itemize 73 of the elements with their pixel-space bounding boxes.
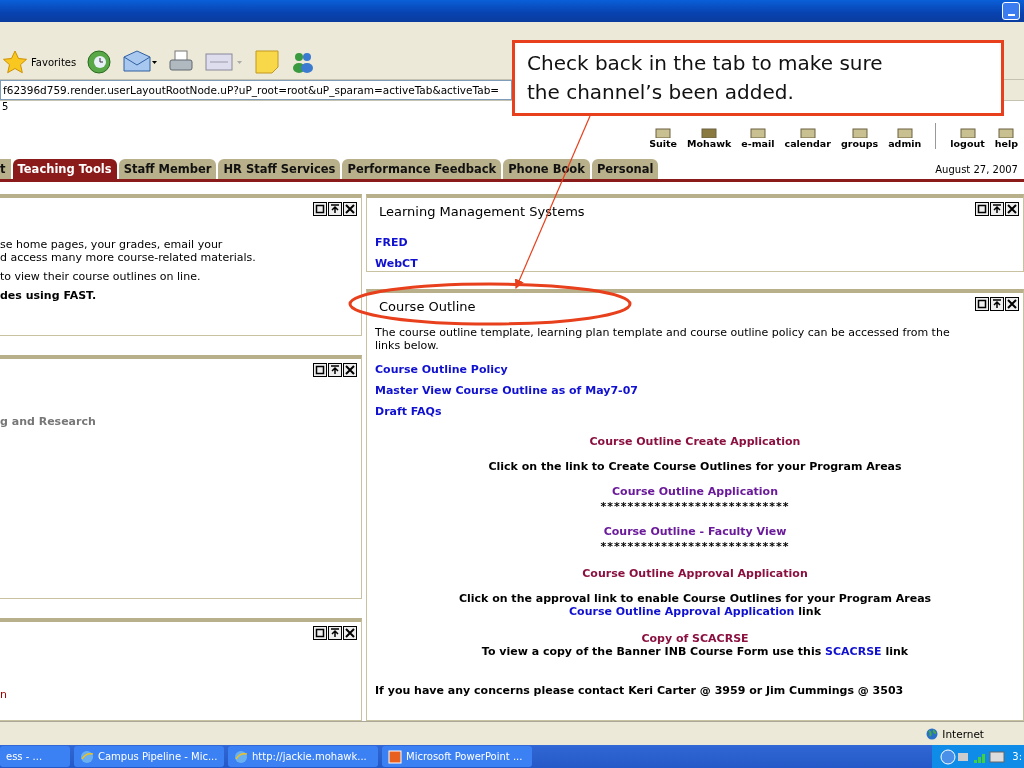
zone-text: Internet — [942, 727, 984, 740]
panel-link[interactable]: FRED — [375, 236, 408, 249]
application-link[interactable]: Course Outline Application — [612, 485, 778, 498]
application-link[interactable]: Course Outline - Faculty View — [603, 525, 787, 538]
nav-icon — [653, 128, 674, 138]
application-link[interactable]: Course Outline Create Application — [589, 435, 801, 448]
window-controls-icon[interactable] — [975, 202, 1019, 216]
panel-link[interactable]: Draft FAQs — [375, 405, 442, 418]
nav-icon — [747, 128, 768, 138]
window-controls-icon[interactable] — [313, 363, 357, 377]
application-link[interactable]: Course Outline Approval Application — [582, 567, 808, 580]
nav-link[interactable]: logout — [948, 128, 987, 149]
mail-icon[interactable] — [122, 49, 159, 75]
window-controls-icon[interactable] — [313, 202, 357, 216]
nav-link[interactable]: Suite — [647, 128, 680, 149]
history-icon[interactable] — [86, 49, 113, 75]
nav-icon — [699, 128, 720, 138]
taskbar-button[interactable]: Campus Pipeline - Mic... — [74, 746, 224, 767]
application-link[interactable]: Copy of SCACRSE — [641, 632, 749, 645]
panel-text: des using FAST. — [0, 289, 98, 302]
panel-link[interactable]: Course Outline Policy — [375, 363, 508, 376]
panel-link[interactable]: WebCT — [375, 257, 418, 270]
nav-icon — [797, 128, 818, 138]
browser-icon — [234, 749, 248, 764]
portal-tab[interactable]: Phone Book — [503, 159, 590, 179]
instruction-text: Click on the approval link to enable Course Outlines for your Program Areas — [458, 592, 932, 605]
panel-text: The course outline template, learning plan template and course outline policy can be accessed from the links below. — [375, 326, 951, 352]
inline-link[interactable]: Course Outline Approval Application — [569, 605, 795, 618]
address-field[interactable]: f62396d759.render.userLayoutRootNode.uP?uP_root=root&uP_sparam=activeTab&activeTab= — [0, 80, 512, 100]
nav-icon — [996, 128, 1017, 138]
nav-link[interactable]: Mohawk — [685, 128, 734, 149]
nav-icon — [849, 128, 870, 138]
favorites-button[interactable]: Favorites — [2, 50, 77, 74]
asterisk-divider: **************************** — [600, 500, 790, 513]
panel-text: to view their course outlines on line. — [0, 270, 202, 283]
instruction-text: To view a copy of the Banner INB Course Form use this — [481, 645, 822, 658]
asterisk-divider: **************************** — [600, 540, 790, 553]
inline-link[interactable]: SCACRSE — [825, 645, 882, 658]
nav-link[interactable]: admin — [886, 128, 924, 149]
clock-text: 3: — [1012, 751, 1022, 762]
portal-tab[interactable]: Performance Feedback — [342, 159, 502, 179]
nav-link[interactable]: calendar — [782, 128, 833, 149]
nav-link[interactable]: groups — [838, 128, 881, 149]
nav-icon — [957, 128, 978, 138]
browser-icon — [80, 749, 94, 764]
panel-title: Course Outline — [379, 299, 477, 314]
panel-link[interactable]: Master View Course Outline as of May7-07 — [375, 384, 638, 397]
portal-tab[interactable]: Teaching Tools — [12, 159, 117, 179]
panel-text: g and Research — [0, 415, 97, 428]
portal-tab[interactable]: Personal — [591, 159, 659, 179]
portal-tab[interactable]: HR Staff Services — [218, 159, 341, 179]
contact-text: If you have any concerns please contact Keri Carter @ 3959 or Jim Cummings @ 3503 — [375, 684, 905, 697]
taskbar-button[interactable]: ess - ... — [0, 746, 70, 767]
instruction-text: Click on the link to Create Course Outlines for your Program Areas — [488, 460, 902, 473]
minimize-button[interactable] — [1002, 2, 1020, 20]
callout-text: Check back in the tab to make sure the channel’s been added. — [512, 40, 1004, 116]
nav-link[interactable]: help — [992, 128, 1020, 149]
globe-icon — [926, 727, 939, 740]
portal-tab[interactable]: t — [0, 159, 11, 179]
star-icon — [2, 50, 28, 74]
panel-link[interactable]: n — [0, 688, 353, 701]
taskbar-button[interactable]: Microsoft PowerPoint ... — [382, 746, 532, 767]
nav-link[interactable]: e-mail — [739, 128, 777, 149]
slides-icon — [388, 749, 402, 764]
instruction-text: link — [798, 605, 821, 618]
window-controls-icon[interactable] — [313, 626, 357, 640]
instruction-text: link — [885, 645, 909, 658]
taskbar-button[interactable]: http://jackie.mohawk... — [228, 746, 378, 767]
window-controls-icon[interactable] — [975, 297, 1019, 311]
panel-text: se home pages, your grades, email your d access many more course-related materials. — [0, 238, 257, 264]
date-text: August 27, 2007 — [935, 164, 1019, 177]
nav-icon — [894, 128, 915, 138]
portal-tab[interactable]: Staff Member — [118, 159, 217, 179]
